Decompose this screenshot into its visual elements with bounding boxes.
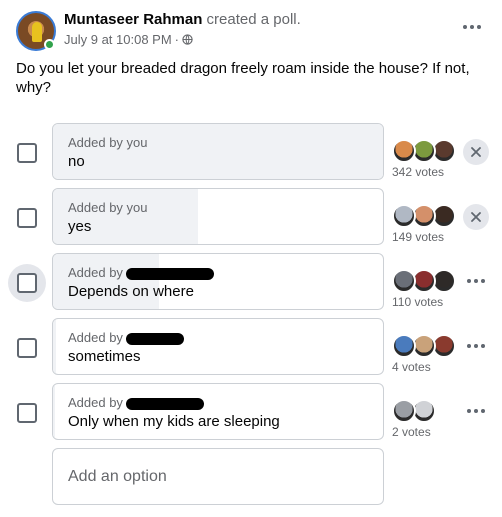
added-by-text: Added by you (68, 135, 148, 150)
more-dot (463, 25, 467, 29)
post-header: Muntaseer Rahman created a poll. July 9 … (16, 11, 486, 51)
more-dot (474, 279, 478, 283)
option-label: sometimes (68, 348, 141, 365)
vote-count[interactable]: 4 votes (392, 360, 431, 374)
option-added-by: Added by (68, 330, 184, 345)
meta-separator: · (174, 32, 180, 47)
post-action-text: created a poll. (206, 11, 301, 28)
option-more-button[interactable] (463, 401, 489, 421)
voter-avatar (392, 139, 416, 163)
poll-option-row: Added by Depends on where 110 votes (0, 253, 502, 310)
added-by-text: Added by (68, 265, 123, 280)
more-dot (474, 409, 478, 413)
option-box[interactable]: Added by you no (52, 123, 384, 180)
voter-avatars[interactable] (392, 399, 462, 423)
poll-option-row: Added by sometimes 4 votes (0, 318, 502, 375)
post-meta: July 9 at 10:08 PM · (64, 32, 193, 47)
more-dot (477, 25, 481, 29)
post-timestamp[interactable]: July 9 at 10:08 PM (64, 32, 172, 47)
more-dot (481, 344, 485, 348)
option-added-by: Added by you (68, 135, 148, 150)
option-checkbox[interactable] (17, 208, 37, 228)
add-option-box[interactable] (52, 448, 384, 505)
option-checkbox-wrap[interactable] (8, 199, 46, 237)
option-more-button[interactable] (463, 271, 489, 291)
option-checkbox-wrap[interactable] (8, 134, 46, 172)
added-by-text: Added by (68, 330, 123, 345)
poll-question: Do you let your breaded dragon freely ro… (16, 60, 470, 96)
post-more-button[interactable] (458, 17, 486, 37)
redacted-name (125, 397, 204, 410)
more-dot (467, 344, 471, 348)
redacted-name (125, 267, 214, 280)
poll-option-row: Added by you no 342 votes (0, 123, 502, 180)
globe-icon (182, 34, 193, 45)
voter-avatars[interactable] (392, 139, 462, 163)
vote-share-bar (53, 384, 55, 439)
added-by-text: Added by (68, 395, 123, 410)
vote-share-bar (53, 124, 383, 179)
poll-option-row: Added by Only when my kids are sleeping 2 … (0, 383, 502, 440)
option-label: yes (68, 218, 92, 235)
more-dot (481, 409, 485, 413)
vote-share-bar (53, 319, 57, 374)
vote-share-bar (53, 189, 199, 244)
more-dot (470, 25, 474, 29)
voter-avatar (392, 334, 416, 358)
option-added-by: Added by (68, 265, 214, 280)
voter-avatars[interactable] (392, 269, 462, 293)
option-more-button[interactable] (463, 336, 489, 356)
voter-avatars[interactable] (392, 334, 462, 358)
online-status-dot (44, 39, 55, 50)
close-icon (471, 147, 481, 157)
vote-count[interactable]: 2 votes (392, 425, 431, 439)
voter-avatar (392, 269, 416, 293)
option-label: Depends on where (68, 283, 194, 300)
close-icon (471, 212, 481, 222)
option-added-by: Added by you (68, 200, 148, 215)
option-box[interactable]: Added by Depends on where (52, 253, 384, 310)
remove-vote-button[interactable] (463, 204, 489, 230)
more-dot (481, 279, 485, 283)
option-box[interactable]: Added by Only when my kids are sleeping (52, 383, 384, 440)
vote-count[interactable]: 110 votes (392, 295, 443, 309)
option-checkbox[interactable] (17, 143, 37, 163)
more-dot (467, 409, 471, 413)
author-line: Muntaseer Rahman created a poll. (64, 11, 301, 28)
option-label: Only when my kids are sleeping (68, 413, 280, 430)
voter-avatar (392, 204, 416, 228)
add-option-input[interactable] (68, 449, 368, 504)
more-dot (474, 344, 478, 348)
option-checkbox-wrap[interactable] (8, 394, 46, 432)
remove-vote-button[interactable] (463, 139, 489, 165)
option-box[interactable]: Added by you yes (52, 188, 384, 245)
added-by-text: Added by you (68, 200, 148, 215)
vote-count[interactable]: 342 votes (392, 165, 444, 179)
vote-count[interactable]: 149 votes (392, 230, 444, 244)
option-checkbox[interactable] (17, 403, 37, 423)
voter-avatars[interactable] (392, 204, 462, 228)
voter-avatar (392, 399, 416, 423)
redacted-name (125, 332, 184, 345)
option-checkbox[interactable] (17, 338, 37, 358)
more-dot (467, 279, 471, 283)
avatar-figure (32, 22, 42, 42)
vote-share-bar (53, 254, 159, 309)
option-checkbox[interactable] (17, 273, 37, 293)
option-checkbox-wrap[interactable] (8, 329, 46, 367)
option-box[interactable]: Added by sometimes (52, 318, 384, 375)
option-checkbox-wrap[interactable] (8, 264, 46, 302)
poll-option-row: Added by you yes 149 votes (0, 188, 502, 245)
author-name[interactable]: Muntaseer Rahman (64, 11, 202, 28)
option-label: no (68, 153, 85, 170)
option-added-by: Added by (68, 395, 204, 410)
